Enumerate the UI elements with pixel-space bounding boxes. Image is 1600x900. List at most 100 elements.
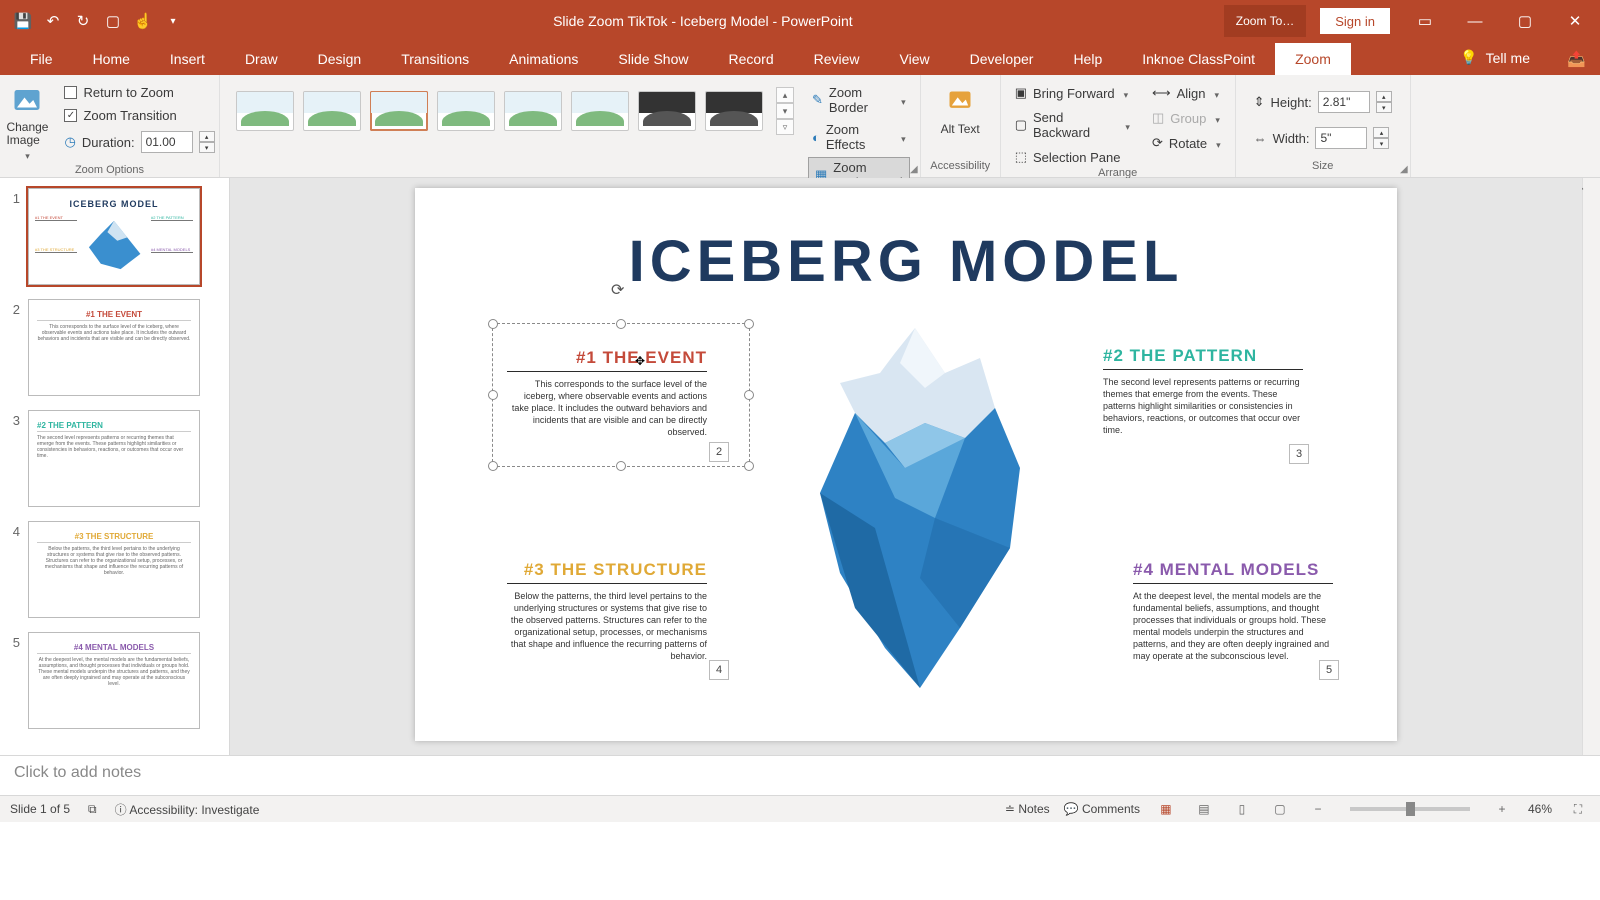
fit-to-window-icon[interactable]: ⛶ [1566, 799, 1590, 819]
zoom-style-3[interactable] [370, 91, 428, 131]
tab-record[interactable]: Record [708, 43, 793, 75]
gallery-scroll[interactable]: ▴▾▿ [776, 87, 794, 135]
resize-handle-w[interactable] [488, 390, 498, 400]
resize-handle-nw[interactable] [488, 319, 498, 329]
view-sorter-icon[interactable]: ▤ [1192, 799, 1216, 819]
sign-in-button[interactable]: Sign in [1320, 8, 1390, 34]
duration-spinner[interactable]: ▴▾ [199, 131, 215, 153]
zoom-styles-gallery[interactable]: ▴▾▿ [230, 79, 800, 143]
width-input[interactable]: 5" [1315, 127, 1367, 149]
rotation-handle-icon[interactable]: ⟳ [611, 280, 631, 300]
redo-icon[interactable]: ↻ [74, 12, 92, 30]
view-reading-icon[interactable]: ▯ [1230, 799, 1254, 819]
resize-handle-ne[interactable] [744, 319, 754, 329]
thumbnail-1[interactable]: 1 ICEBERG MODEL #1 THE EVENT #2 THE PATT… [6, 188, 223, 285]
zoom-slider-thumb[interactable] [1406, 802, 1415, 816]
tab-review[interactable]: Review [794, 43, 880, 75]
maximize-icon[interactable]: ▢ [1500, 0, 1550, 42]
height-spinner[interactable]: ▴▾ [1376, 91, 1392, 113]
zoom-style-5[interactable] [504, 91, 562, 131]
tab-developer[interactable]: Developer [950, 43, 1054, 75]
close-icon[interactable]: ✕ [1550, 0, 1600, 42]
block-4-mental-models[interactable]: #4 MENTAL MODELS At the deepest level, t… [1133, 560, 1333, 662]
align-button[interactable]: ⟷Align [1148, 83, 1225, 103]
block-3-structure[interactable]: #3 THE STRUCTURE Below the patterns, the… [507, 560, 707, 662]
zoom-border-button[interactable]: ✎Zoom Border [808, 83, 910, 117]
resize-handle-sw[interactable] [488, 461, 498, 471]
slide-canvas[interactable]: ICEBERG MODEL ⟳ [415, 188, 1397, 741]
tab-home[interactable]: Home [73, 43, 150, 75]
zoom-in-icon[interactable]: + [1490, 799, 1514, 819]
tab-zoom[interactable]: Zoom [1275, 43, 1351, 75]
size-launcher-icon[interactable]: ◢ [1400, 164, 1408, 175]
block-2-pattern[interactable]: #2 THE PATTERN The second level represen… [1103, 346, 1303, 436]
tell-me[interactable]: 💡 Tell me [1460, 49, 1530, 66]
zoom-slider[interactable] [1350, 807, 1470, 811]
view-slideshow-icon[interactable]: ▢ [1268, 799, 1292, 819]
tab-draw[interactable]: Draw [225, 43, 298, 75]
zoom-style-2[interactable] [303, 91, 361, 131]
resize-handle-n[interactable] [616, 319, 626, 329]
thumbnail-5[interactable]: 5 #4 MENTAL MODELS At the deepest level,… [6, 632, 223, 729]
thumbnail-3[interactable]: 3 #2 THE PATTERN The second level repres… [6, 410, 223, 507]
resize-handle-e[interactable] [744, 390, 754, 400]
tab-design[interactable]: Design [298, 43, 382, 75]
tab-insert[interactable]: Insert [150, 43, 225, 75]
block-1-event[interactable]: #1 THE EVENT This corresponds to the sur… [507, 348, 707, 438]
view-normal-icon[interactable]: ▦ [1154, 799, 1178, 819]
tab-classpoint[interactable]: Inknoe ClassPoint [1122, 43, 1275, 75]
selection-pane-button[interactable]: ⬚Selection Pane [1011, 147, 1134, 167]
share-icon[interactable]: 📤 [1567, 50, 1586, 68]
return-to-zoom-checkbox[interactable]: Return to Zoom [60, 83, 218, 102]
status-section-icon[interactable]: ⧉ [88, 802, 97, 817]
tab-transitions[interactable]: Transitions [381, 43, 489, 75]
status-accessibility[interactable]: ⓘ Accessibility: Investigate [115, 801, 260, 818]
undo-icon[interactable]: ↶ [44, 12, 62, 30]
vertical-scrollbar[interactable] [1582, 178, 1600, 755]
ribbon-display-options-icon[interactable]: ▭ [1400, 0, 1450, 42]
duration-field[interactable]: ◷ Duration: 01.00 ▴▾ [60, 129, 218, 155]
zoom-styles-launcher-icon[interactable]: ◢ [910, 164, 918, 175]
width-spinner[interactable]: ▴▾ [1373, 127, 1389, 149]
comments-toggle[interactable]: 💬 Comments [1064, 802, 1140, 816]
iceberg-graphic[interactable] [785, 318, 1045, 698]
slide-thumbnail-panel[interactable]: 1 ICEBERG MODEL #1 THE EVENT #2 THE PATT… [0, 178, 230, 755]
thumbnail-4[interactable]: 4 #3 THE STRUCTURE Below the patterns, t… [6, 521, 223, 618]
group-button[interactable]: ◫Group [1148, 108, 1225, 128]
rotate-button[interactable]: ⟳Rotate [1148, 133, 1225, 153]
zoom-style-4[interactable] [437, 91, 495, 131]
tab-view[interactable]: View [880, 43, 950, 75]
width-field[interactable]: ⇔Width:5"▴▾ [1250, 125, 1396, 151]
slide-editor[interactable]: ICEBERG MODEL ⟳ [230, 178, 1582, 755]
alt-text-button[interactable]: Alt Text [935, 79, 986, 138]
zoom-percent[interactable]: 46% [1528, 802, 1552, 816]
qat-more-icon[interactable]: ▾ [164, 12, 182, 30]
thumbnail-2[interactable]: 2 #1 THE EVENT This corresponds to the s… [6, 299, 223, 396]
notes-pane[interactable]: Click to add notes [0, 755, 1600, 795]
save-icon[interactable]: 💾 [14, 12, 32, 30]
touch-mode-icon[interactable]: ☝ [134, 12, 152, 30]
zoom-transition-checkbox[interactable]: ✓Zoom Transition [60, 106, 218, 125]
notes-toggle[interactable]: ≐ Notes [1005, 802, 1050, 816]
zoom-style-7[interactable] [638, 91, 696, 131]
tab-slide-show[interactable]: Slide Show [598, 43, 708, 75]
tab-animations[interactable]: Animations [489, 43, 598, 75]
height-field[interactable]: ⇕Height:2.81"▴▾ [1250, 89, 1396, 115]
bring-forward-button[interactable]: ▣Bring Forward [1011, 83, 1134, 103]
zoom-out-icon[interactable]: − [1306, 799, 1330, 819]
zoom-style-1[interactable] [236, 91, 294, 131]
tab-help[interactable]: Help [1053, 43, 1122, 75]
zoom-effects-button[interactable]: ◐Zoom Effects [808, 120, 910, 154]
duration-input[interactable]: 01.00 [141, 131, 193, 153]
height-input[interactable]: 2.81" [1318, 91, 1370, 113]
zoom-style-8[interactable] [705, 91, 763, 131]
resize-handle-s[interactable] [616, 461, 626, 471]
minimize-icon[interactable]: — [1450, 0, 1500, 42]
slide-title[interactable]: ICEBERG MODEL [415, 228, 1397, 295]
start-from-beginning-icon[interactable]: ▢ [104, 12, 122, 30]
tab-file[interactable]: File [10, 43, 73, 75]
zoom-style-6[interactable] [571, 91, 629, 131]
change-image-button[interactable]: Change Image ▾ [0, 81, 54, 164]
resize-handle-se[interactable] [744, 461, 754, 471]
send-backward-button[interactable]: ▢Send Backward [1011, 108, 1134, 142]
